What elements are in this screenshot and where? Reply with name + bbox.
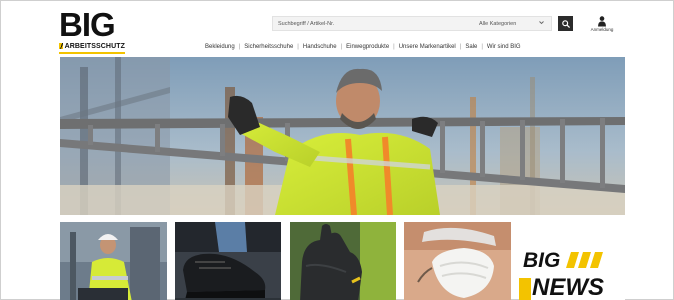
nav-item-bekleidung[interactable]: Bekleidung	[201, 44, 239, 50]
tile-image-workwear	[60, 222, 167, 300]
search-input[interactable]	[273, 17, 473, 30]
search-button[interactable]	[558, 16, 573, 31]
chevron-down-icon	[539, 20, 544, 27]
page-frame: BIG ARBEITSSCHUTZ Alle Kategorien Anmeld…	[0, 0, 674, 300]
category-tile-einwegprodukte[interactable]	[404, 222, 511, 300]
category-select-value: Alle Kategorien	[479, 20, 517, 27]
logo-bar: ARBEITSSCHUTZ	[59, 42, 125, 50]
hero-banner[interactable]	[60, 57, 625, 215]
category-tile-sicherheitsschuhe[interactable]	[175, 222, 281, 300]
news-title: NEWS	[532, 274, 604, 300]
account-button[interactable]: Anmeldung	[589, 14, 615, 36]
search-bar: Alle Kategorien	[272, 16, 552, 31]
category-tile-handschuhe[interactable]	[290, 222, 396, 300]
tile-image-safety-shoes	[175, 222, 281, 300]
nav-item-handschuhe[interactable]: Handschuhe	[299, 44, 341, 50]
category-tile-bekleidung[interactable]	[60, 222, 167, 300]
nav-item-markenartikel[interactable]: Unsere Markenartikel	[395, 44, 460, 50]
tile-image-disposables	[404, 222, 511, 300]
main-nav: Bekleidung | Sicherheitsschuhe | Handsch…	[201, 42, 525, 52]
account-label: Anmeldung	[590, 27, 614, 32]
logo-stripes	[59, 43, 63, 49]
nav-item-einwegprodukte[interactable]: Einwegprodukte	[342, 44, 393, 50]
search-icon	[561, 15, 570, 33]
nav-item-sale[interactable]: Sale	[461, 44, 481, 50]
logo-subtitle: ARBEITSSCHUTZ	[64, 42, 125, 50]
category-select[interactable]: Alle Kategorien	[479, 17, 549, 30]
brand-logo[interactable]: BIG ARBEITSSCHUTZ	[59, 8, 129, 54]
logo-wordmark: BIG	[59, 6, 116, 43]
hero-image	[60, 57, 625, 215]
news-big-wordmark: BIG	[523, 249, 561, 272]
nav-item-sicherheitsschuhe[interactable]: Sicherheitsschuhe	[240, 44, 297, 50]
category-tile-news[interactable]: BIG NEWS	[519, 222, 625, 300]
logo-underline	[59, 52, 125, 54]
nav-item-wir-sind-big[interactable]: Wir sind BIG	[483, 44, 525, 50]
tile-image-gloves	[290, 222, 396, 300]
